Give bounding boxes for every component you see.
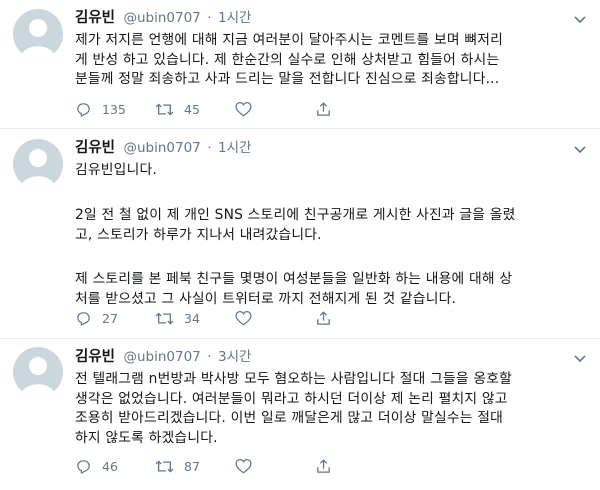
separator: · [207, 140, 212, 156]
reply-icon [77, 459, 90, 474]
share-button[interactable] [315, 101, 345, 118]
timestamp[interactable]: 3시간 [218, 349, 251, 365]
text-line: 하지 않도록 하겠습니다. [75, 429, 218, 446]
reply-button[interactable]: 27 [75, 310, 155, 327]
separator: · [207, 349, 212, 365]
chevron-down-icon[interactable] [572, 141, 588, 157]
display-name[interactable]: 김유빈 [75, 349, 115, 365]
default-avatar-icon [20, 19, 56, 59]
chevron-down-icon[interactable] [572, 11, 588, 27]
reply-count: 135 [102, 101, 126, 117]
timestamp[interactable]: 1시간 [218, 140, 251, 156]
share-icon [317, 458, 330, 473]
heart-icon [235, 458, 252, 474]
share-button[interactable] [315, 458, 345, 475]
reply-button[interactable]: 46 [75, 458, 155, 475]
text-line: 김유빈입니다. [75, 162, 157, 178]
text-line: 처를 받으셨고 그 사실이 트위터로 까지 전해지게 된 것 같습니다. [75, 290, 457, 307]
retweet-count: 45 [184, 101, 200, 117]
handle[interactable]: @ubin0707 [123, 10, 200, 26]
tweet[interactable]: 김유빈 @ubin0707 · 1시간 김유빈입니다. 2일 전 철 없이 제 … [0, 129, 600, 339]
display-name[interactable]: 김유빈 [75, 140, 115, 156]
tweet[interactable]: 김유빈 @ubin0707 · 1시간 제가 저지른 언행에 대해 지금 여러분… [0, 0, 600, 129]
text-line: 생각은 없었습니다. 여러분들이 뭐라고 하시던 더이상 제 논리 펼치지 않고 [75, 390, 508, 407]
tweet-actions: 135 45 [75, 99, 345, 119]
tweet[interactable]: 김유빈 @ubin0707 · 3시간 전 텔래그램 n번방과 박사방 모두 혐… [0, 339, 600, 490]
timestamp[interactable]: 1시간 [218, 10, 251, 26]
share-icon [317, 101, 330, 116]
reply-count: 46 [102, 458, 118, 474]
tweet-text: 김유빈입니다. 2일 전 철 없이 제 개인 SNS 스토리에 친구공개로 게시… [75, 161, 582, 309]
chevron-down-icon[interactable] [572, 350, 588, 366]
share-icon [317, 310, 330, 325]
like-button[interactable] [235, 458, 315, 474]
tweet-header: 김유빈 @ubin0707 · 1시간 [75, 7, 582, 29]
text-line: 분들께 정말 죄송하고 사과 드리는 말을 전합니다 진심으로 죄송합니다... [75, 71, 500, 88]
default-avatar-icon [20, 357, 56, 397]
text-line: 고, 스토리가 하루가 지나서 내려갔습니다. [75, 226, 322, 243]
reply-icon [77, 102, 90, 117]
retweet-icon [155, 311, 174, 325]
like-button[interactable] [235, 310, 315, 326]
avatar[interactable] [13, 9, 63, 59]
tweet-header: 김유빈 @ubin0707 · 3시간 [75, 346, 582, 368]
share-button[interactable] [315, 310, 345, 327]
handle[interactable]: @ubin0707 [123, 349, 200, 365]
text-line: 2일 전 철 없이 제 개인 SNS 스토리에 친구공개로 게시한 사진과 글을… [75, 207, 516, 224]
heart-icon [235, 101, 252, 117]
tweet-header: 김유빈 @ubin0707 · 1시간 [75, 137, 582, 159]
text-line: 조용히 받아드리겠습니다. 이번 일로 깨달은게 많고 더이상 말실수는 절대 [75, 410, 504, 427]
tweet-actions: 46 87 [75, 456, 345, 476]
handle[interactable]: @ubin0707 [123, 140, 200, 156]
retweet-button[interactable]: 45 [155, 101, 235, 118]
retweet-count: 87 [184, 458, 200, 474]
reply-icon [77, 311, 90, 326]
heart-icon [235, 310, 252, 326]
display-name[interactable]: 김유빈 [75, 10, 115, 26]
tweet-text: 제가 저지른 언행에 대해 지금 여러분이 달아주시는 코멘트를 보며 뼈저리 … [75, 31, 582, 90]
default-avatar-icon [20, 149, 56, 189]
reply-button[interactable]: 135 [75, 101, 155, 118]
reply-count: 27 [102, 310, 118, 326]
tweet-actions: 27 34 [75, 308, 345, 328]
tweet-text: 전 텔래그램 n번방과 박사방 모두 혐오하는 사람입니다 절대 그들을 옹호할… [75, 370, 582, 448]
retweet-count: 34 [184, 310, 200, 326]
like-button[interactable] [235, 101, 315, 117]
text-line: 제 스토리를 본 페북 친구들 몇명이 여성분들을 일반화 하는 내용에 대해 … [75, 271, 513, 288]
retweet-icon [155, 459, 174, 473]
retweet-button[interactable]: 34 [155, 310, 235, 327]
avatar[interactable] [13, 139, 63, 189]
separator: · [207, 10, 212, 26]
retweet-button[interactable]: 87 [155, 458, 235, 475]
avatar[interactable] [13, 347, 63, 397]
text-line: 게 반성 하고 있습니다. 제 한순간의 실수로 인해 상처받고 힘들어 하시는 [75, 51, 500, 68]
text-line: 제가 저지른 언행에 대해 지금 여러분이 달아주시는 코멘트를 보며 뼈저리 [75, 32, 504, 48]
text-line: 전 텔래그램 n번방과 박사방 모두 혐오하는 사람입니다 절대 그들을 옹호할 [75, 371, 513, 387]
retweet-icon [155, 102, 174, 116]
